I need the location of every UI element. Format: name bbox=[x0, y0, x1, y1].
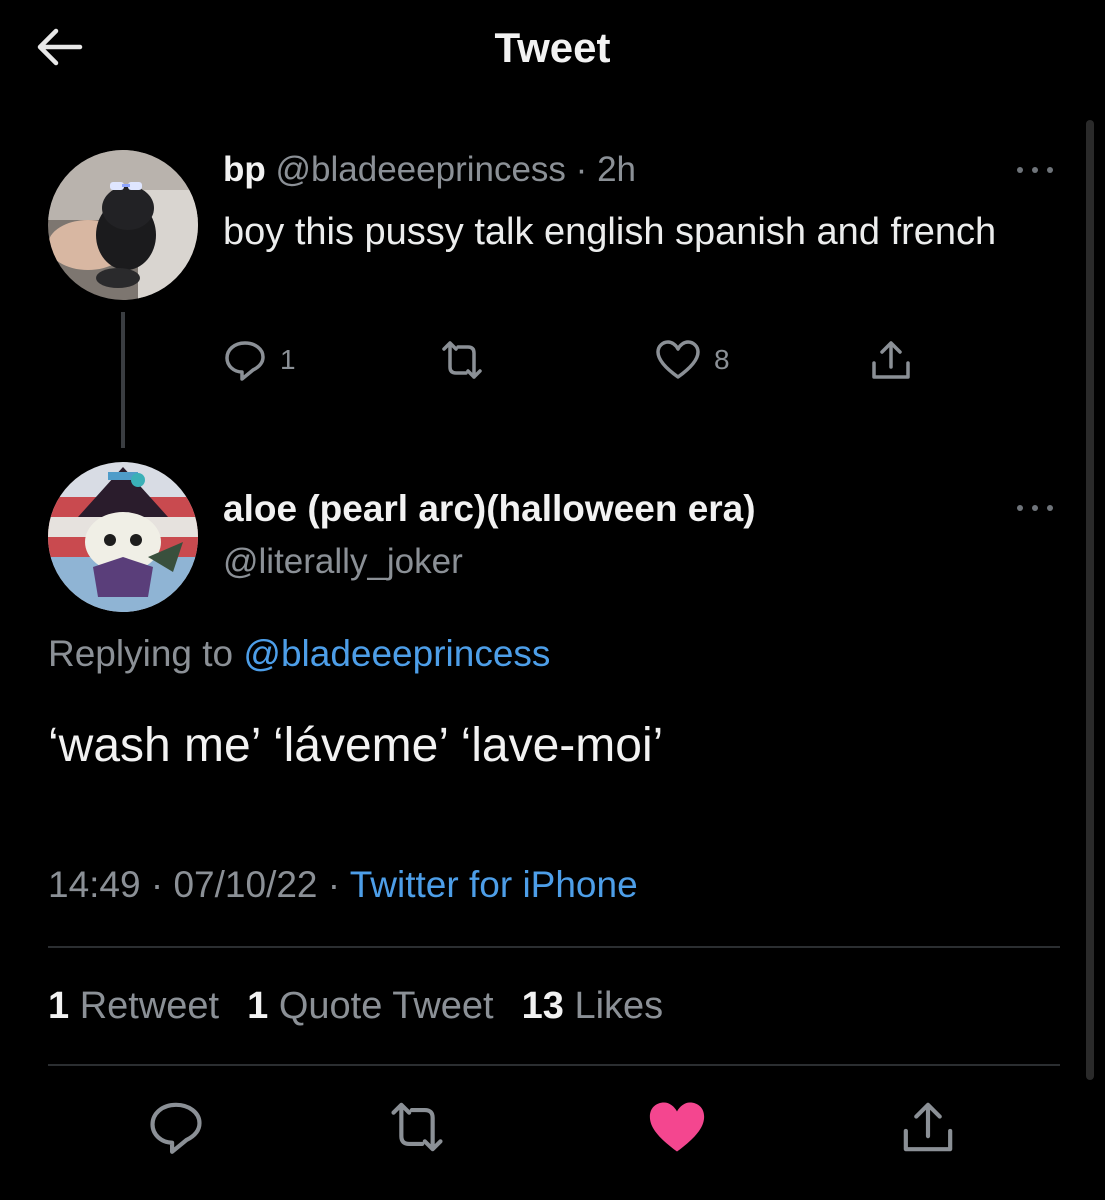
likes-label: Likes bbox=[574, 985, 664, 1027]
main-share-button[interactable] bbox=[898, 1097, 958, 1162]
avatar-image bbox=[48, 462, 198, 612]
reply-icon bbox=[150, 1102, 202, 1154]
retweets-stat[interactable]: 1 Retweet bbox=[48, 985, 219, 1027]
main-display-name[interactable]: aloe (pearl arc)(halloween era) bbox=[223, 488, 756, 530]
share-icon bbox=[903, 1102, 953, 1152]
main-tweet-text: ‘wash me’ ‘láveme’ ‘lave-moi’ bbox=[48, 719, 664, 772]
parent-like-button[interactable]: 8 bbox=[654, 336, 730, 384]
more-icon bbox=[1017, 505, 1053, 511]
main-like-button[interactable] bbox=[646, 1097, 708, 1162]
main-avatar[interactable] bbox=[48, 462, 198, 612]
likes-stat[interactable]: 13 Likes bbox=[522, 985, 664, 1027]
quote-tweets-count: 1 bbox=[247, 985, 269, 1027]
quote-tweets-label: Quote Tweet bbox=[278, 985, 494, 1027]
like-icon bbox=[656, 340, 700, 379]
replying-handle-link[interactable]: @bladeeeprincess bbox=[243, 633, 550, 674]
replying-label: Replying to bbox=[48, 633, 234, 674]
parent-tweet-text: boy this pussy talk english spanish and … bbox=[223, 211, 997, 253]
share-icon bbox=[872, 341, 910, 379]
quote-tweets-stat[interactable]: 1 Quote Tweet bbox=[247, 985, 493, 1027]
main-retweet-button[interactable] bbox=[383, 1097, 451, 1162]
main-reply-button[interactable] bbox=[146, 1097, 206, 1162]
main-more-button[interactable] bbox=[1010, 498, 1060, 518]
engagement-stats: 1 Retweet 1 Quote Tweet 13 Likes bbox=[48, 985, 691, 1028]
parent-share-button[interactable] bbox=[868, 336, 914, 384]
replying-to: Replying to @bladeeeprincess bbox=[48, 633, 550, 675]
page-title: Tweet bbox=[494, 24, 611, 71]
tweet-source-link[interactable]: Twitter for iPhone bbox=[350, 864, 638, 905]
thread-connector bbox=[121, 312, 125, 448]
tweet-meta: 14:49 · 07/10/22 · Twitter for iPhone bbox=[48, 864, 638, 906]
divider bbox=[48, 1064, 1060, 1066]
likes-count: 13 bbox=[521, 985, 564, 1027]
top-bar: Tweet bbox=[0, 0, 1105, 100]
more-icon bbox=[1017, 167, 1053, 173]
tweet-date: 07/10/22 bbox=[173, 864, 318, 905]
parent-avatar[interactable] bbox=[48, 150, 198, 300]
main-handle[interactable]: @literally_joker bbox=[223, 542, 463, 582]
parent-retweet-button[interactable] bbox=[436, 336, 488, 384]
dot-separator: · bbox=[150, 864, 164, 905]
parent-like-count: 8 bbox=[714, 344, 730, 375]
retweet-icon bbox=[391, 1102, 443, 1152]
divider bbox=[48, 946, 1060, 948]
parent-reply-count: 1 bbox=[280, 344, 296, 375]
parent-time[interactable]: 2h bbox=[597, 150, 636, 189]
dot-separator: · bbox=[327, 864, 341, 905]
reply-icon bbox=[225, 341, 265, 381]
parent-reply-button[interactable]: 1 bbox=[222, 336, 296, 384]
avatar-image bbox=[48, 150, 198, 300]
retweets-count: 1 bbox=[48, 985, 70, 1027]
parent-tweet-header: bp @bladeeeprincess · 2h bbox=[223, 150, 636, 190]
retweets-label: Retweet bbox=[79, 985, 220, 1027]
parent-handle[interactable]: @bladeeeprincess bbox=[276, 150, 566, 189]
parent-more-button[interactable] bbox=[1010, 160, 1060, 180]
liked-heart-icon bbox=[649, 1102, 705, 1152]
parent-display-name[interactable]: bp bbox=[223, 150, 266, 189]
dot-separator: · bbox=[575, 150, 588, 189]
scrollbar[interactable] bbox=[1086, 120, 1094, 1080]
retweet-icon bbox=[442, 341, 482, 379]
tweet-time: 14:49 bbox=[48, 864, 141, 905]
